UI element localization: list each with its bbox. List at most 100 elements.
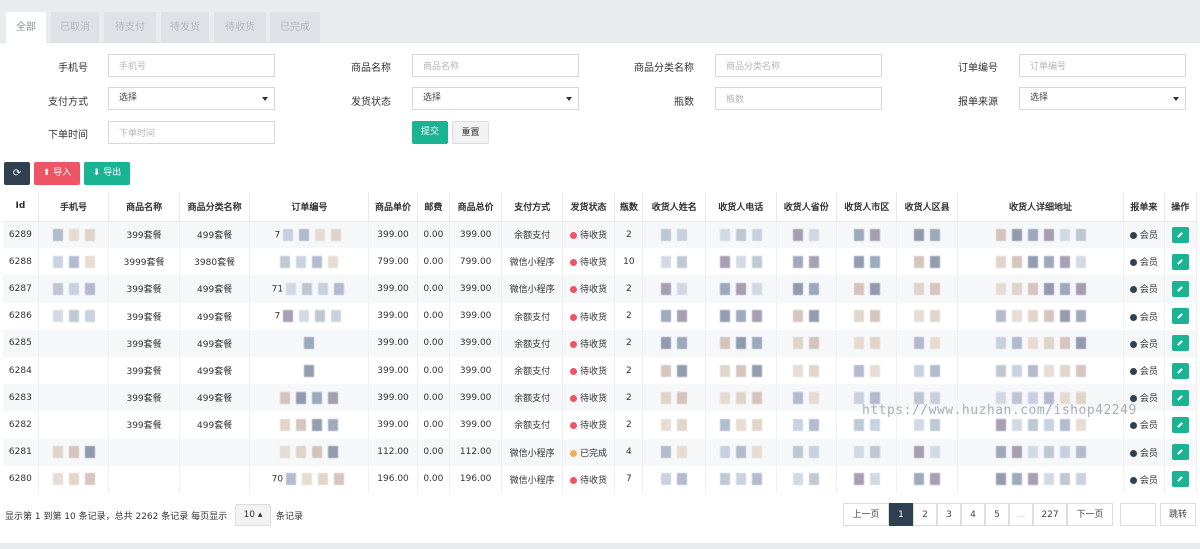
column-header[interactable]: 商品单价: [368, 192, 418, 222]
edit-icon[interactable]: [1171, 389, 1189, 406]
next-page-button[interactable]: 下一页: [1067, 503, 1113, 526]
cell-receiver-name: [642, 221, 706, 249]
column-header[interactable]: 手机号: [38, 192, 110, 222]
edit-icon[interactable]: [1171, 253, 1189, 270]
redacted-block: [751, 228, 762, 241]
redacted-block: [930, 418, 941, 431]
page-button[interactable]: 3: [937, 503, 961, 526]
reset-button[interactable]: 重置: [452, 121, 489, 144]
status-text: 待收货: [580, 394, 608, 405]
column-header[interactable]: 收货人市区: [836, 192, 898, 222]
submit-button[interactable]: 提交: [412, 121, 448, 144]
edit-icon[interactable]: [1171, 335, 1189, 352]
column-header[interactable]: 订单编号: [249, 192, 370, 222]
phone-input[interactable]: [108, 54, 275, 77]
tab-pending-receipt[interactable]: 待收货: [214, 12, 266, 43]
redacted-block: [1059, 473, 1070, 486]
cell-action: [1164, 438, 1198, 466]
edit-icon[interactable]: [1171, 444, 1189, 461]
page-button[interactable]: 227: [1033, 503, 1067, 526]
table-row[interactable]: 6288 3999套餐 3980套餐 799.00 0.00 799.00 微信小程序 待收货…: [3, 248, 1198, 276]
cell-city: [836, 221, 898, 249]
category-name-input[interactable]: [715, 54, 882, 77]
table-row[interactable]: 6284 399套餐 499套餐 399.00 0.00 399.00 余额支付 待收货 2 会员: [3, 356, 1198, 385]
import-button[interactable]: ⬆ 导入: [34, 162, 80, 185]
column-header[interactable]: 收货人电话: [705, 192, 777, 222]
ship-status-select[interactable]: 选择: [412, 87, 579, 110]
edit-icon[interactable]: [1171, 362, 1189, 379]
tab-all[interactable]: 全部: [6, 12, 46, 43]
redacted-block: [1059, 391, 1070, 404]
pay-method-select[interactable]: 选择: [108, 87, 275, 110]
column-header[interactable]: 收货人姓名: [642, 192, 706, 222]
column-header[interactable]: 操作: [1164, 192, 1198, 222]
tab-completed[interactable]: 已完成: [270, 12, 320, 43]
prev-page-button[interactable]: 上一页: [843, 503, 889, 526]
redacted-block: [68, 228, 79, 241]
table-row[interactable]: 6289 399套餐 499套餐 7 399.00 0.00 399.00 余额支付 待收货 2 会…: [3, 221, 1198, 249]
cell-province: [776, 221, 837, 249]
redacted-block: [735, 391, 746, 404]
tab-pending-shipment[interactable]: 待发货: [161, 12, 209, 43]
column-header[interactable]: 商品分类名称: [179, 192, 251, 222]
cell-category: 499套餐: [179, 356, 251, 385]
cell-city: [836, 275, 898, 303]
order-time-input[interactable]: [108, 121, 275, 144]
bottles-input[interactable]: [715, 87, 882, 110]
column-header[interactable]: 报单来: [1123, 192, 1165, 222]
product-name-input[interactable]: [412, 54, 579, 77]
source-text: 会员: [1139, 231, 1158, 242]
edit-icon[interactable]: [1171, 471, 1189, 488]
table-row[interactable]: 6286 399套餐 499套餐 7 399.00 0.00 399.00 余额支付 待收货 2 会…: [3, 302, 1198, 330]
cell-category: 3980套餐: [179, 248, 251, 276]
redacted-block: [930, 255, 941, 268]
redacted-block: [930, 282, 941, 295]
table-row[interactable]: 6280 70 196.00 0.00 196.00 微信小程序 待收货 7 会员: [3, 465, 1198, 493]
table-row[interactable]: 6285 399套餐 499套餐 399.00 0.00 399.00 余额支付 待收货 2 会员: [3, 329, 1198, 357]
redacted-block: [661, 282, 672, 295]
export-button[interactable]: ⬇ 导出: [84, 162, 130, 185]
column-header[interactable]: 收货人区县: [896, 192, 958, 222]
edit-icon[interactable]: [1171, 416, 1189, 433]
page-size-select[interactable]: 10 ▴: [235, 504, 271, 526]
redacted-block: [1043, 418, 1054, 431]
tab-cancelled[interactable]: 已取消: [51, 12, 99, 43]
redacted-block: [1011, 228, 1022, 241]
column-header[interactable]: 瓶数: [614, 192, 644, 222]
table-row[interactable]: 6281 112.00 0.00 112.00 微信小程序 已完成 4 会员: [3, 438, 1198, 466]
table-row[interactable]: 6287 399套餐 499套餐 71 399.00 0.00 399.00 微信小程序 待收货…: [3, 275, 1198, 303]
column-header[interactable]: 支付方式: [501, 192, 563, 222]
column-header[interactable]: 商品名称: [108, 192, 180, 222]
tab-pending-payment[interactable]: 待支付: [104, 12, 156, 43]
page-button[interactable]: 5: [985, 503, 1009, 526]
edit-icon[interactable]: [1171, 280, 1189, 297]
cell-bottles: 2: [614, 275, 644, 303]
page-button[interactable]: 1: [889, 503, 913, 526]
source-select[interactable]: 选择: [1019, 87, 1186, 110]
column-header[interactable]: 商品总价: [449, 192, 503, 222]
jump-page-input[interactable]: [1120, 503, 1156, 526]
cell-price: 399.00: [368, 384, 418, 412]
summary-prefix: 显示第 1 到第 10 条记录，总共 2262 条记录 每页显示: [5, 512, 228, 522]
edit-icon[interactable]: [1171, 226, 1189, 243]
cell-pay-method: 余额支付: [501, 221, 563, 249]
order-no-input[interactable]: [1019, 54, 1186, 77]
jump-button[interactable]: 跳转: [1160, 503, 1196, 526]
column-header[interactable]: 邮费: [417, 192, 450, 222]
source-dot-icon: [1129, 313, 1137, 321]
column-header[interactable]: 收货人详细地址: [957, 192, 1125, 222]
refresh-button[interactable]: ⟳: [4, 162, 30, 185]
column-header[interactable]: Id: [3, 192, 39, 222]
redacted-block: [1027, 418, 1038, 431]
redacted-block: [869, 473, 880, 486]
cell-category: 499套餐: [179, 384, 251, 412]
column-header[interactable]: 收货人省份: [776, 192, 837, 222]
cell-address: [957, 465, 1125, 493]
column-header[interactable]: 发货状态: [562, 192, 616, 222]
edit-icon[interactable]: [1171, 308, 1189, 325]
order-time-label: 下单时间: [48, 130, 88, 141]
cell-province: [776, 329, 837, 357]
page-button[interactable]: 4: [961, 503, 985, 526]
redacted-block: [853, 446, 864, 459]
page-button[interactable]: 2: [913, 503, 937, 526]
